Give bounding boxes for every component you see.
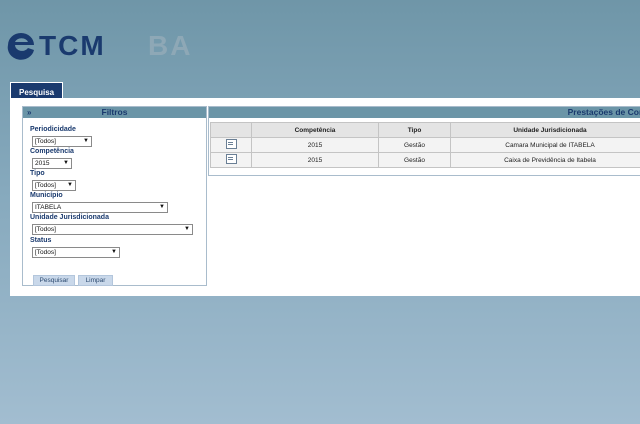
municipio-value: ITABELA (35, 204, 62, 211)
cell-unidade: Camara Municipal de ITABELA (450, 137, 640, 153)
tipo-value: [Todos] (35, 182, 56, 189)
competencia-select[interactable]: 2015 ▼ (32, 158, 72, 169)
tipo-label: Tipo (30, 170, 45, 177)
dropdown-arrow-icon: ▼ (111, 249, 117, 255)
view-document-icon[interactable] (225, 154, 237, 164)
unidade-label: Unidade Jurisdicionada (30, 214, 109, 221)
row-action-cell[interactable] (210, 137, 252, 153)
results-table: Competência Tipo Unidade Jurisdicionada … (210, 122, 640, 168)
filters-title: Filtros (101, 107, 128, 117)
search-button[interactable]: Pesquisar (33, 275, 75, 286)
row-action-cell[interactable] (210, 152, 252, 168)
status-select[interactable]: [Todos] ▼ (32, 247, 120, 258)
column-header-tipo[interactable]: Tipo (378, 122, 451, 138)
cell-competencia: 2015 (251, 137, 379, 153)
clear-button[interactable]: Limpar (78, 275, 113, 286)
column-header-icon (210, 122, 252, 138)
filters-header[interactable]: » Filtros (23, 107, 206, 118)
svg-text:TCM: TCM (39, 30, 106, 60)
cell-unidade: Caixa de Previdência de Itabela (450, 152, 640, 168)
status-label: Status (30, 237, 52, 244)
column-header-competencia[interactable]: Competência (251, 122, 379, 138)
periodicidade-select[interactable]: [Todos] ▼ (32, 136, 92, 147)
results-header: Prestações de Cont (209, 107, 640, 118)
unidade-value: [Todos] (35, 226, 56, 233)
results-title: Prestações de Cont (567, 107, 640, 117)
logo-mark-icon: TCM BA (7, 30, 192, 60)
etcm-logo: TCM BA (6, 28, 206, 62)
competencia-value: 2015 (35, 160, 50, 167)
table-row[interactable]: 2015 Gestão Caixa de Previdência de Itab… (210, 152, 640, 168)
periodicidade-value: [Todos] (35, 138, 56, 145)
periodicidade-label: Periodicidade (30, 126, 76, 133)
results-box: Prestações de Cont Competência Tipo Unid… (208, 106, 640, 176)
cell-tipo: Gestão (378, 152, 451, 168)
dropdown-arrow-icon: ▼ (83, 138, 89, 144)
cell-competencia: 2015 (251, 152, 379, 168)
dropdown-arrow-icon: ▼ (63, 160, 69, 166)
tipo-select[interactable]: [Todos] ▼ (32, 180, 76, 191)
table-header-row: Competência Tipo Unidade Jurisdicionada (210, 122, 640, 138)
municipio-select[interactable]: ITABELA ▼ (32, 202, 168, 213)
column-header-unidade[interactable]: Unidade Jurisdicionada (450, 122, 640, 138)
dropdown-arrow-icon: ▼ (159, 204, 165, 210)
view-document-icon[interactable] (225, 139, 237, 149)
main-panel: » Filtros Periodicidade [Todos] ▼ Compet… (10, 98, 640, 296)
filters-box: » Filtros Periodicidade [Todos] ▼ Compet… (22, 106, 207, 286)
dropdown-arrow-icon: ▼ (67, 182, 73, 188)
dropdown-arrow-icon: ▼ (184, 226, 190, 232)
municipio-label: Município (30, 192, 63, 199)
cell-tipo: Gestão (378, 137, 451, 153)
status-value: [Todos] (35, 249, 56, 256)
table-row[interactable]: 2015 Gestão Camara Municipal de ITABELA (210, 137, 640, 153)
svg-text:BA: BA (148, 30, 192, 60)
unidade-select[interactable]: [Todos] ▼ (32, 224, 193, 235)
competencia-label: Competência (30, 148, 74, 155)
collapse-chevron-icon[interactable]: » (27, 107, 31, 118)
